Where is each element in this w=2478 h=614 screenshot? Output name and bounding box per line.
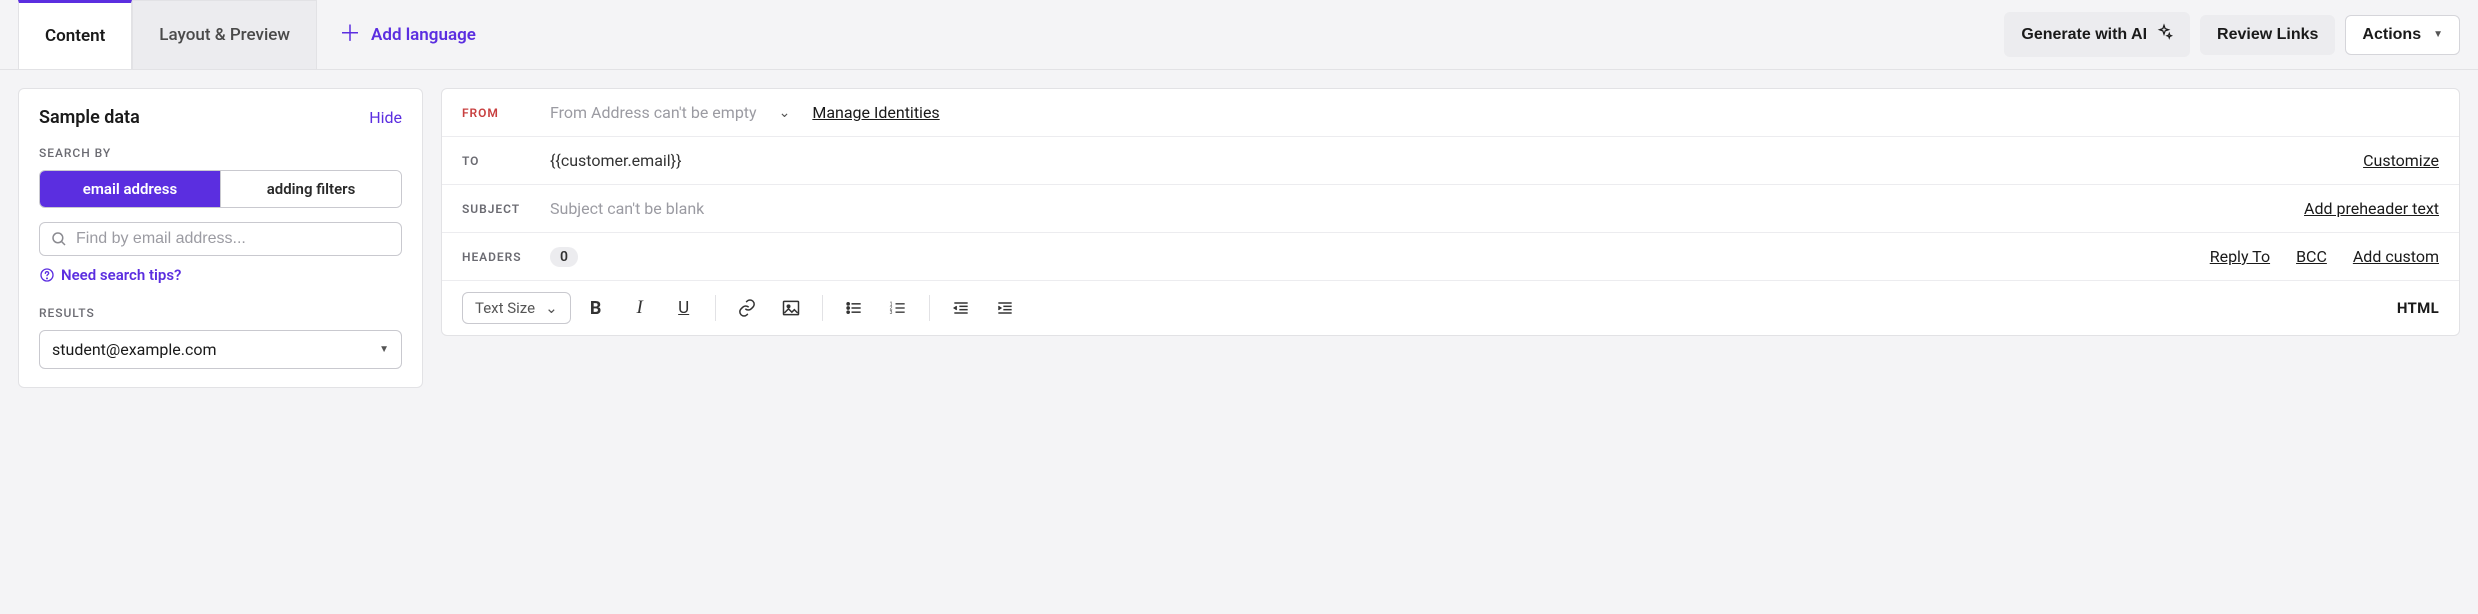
headers-row: HEADERS 0 Reply To BCC Add custom <box>442 233 2459 281</box>
editor-toolbar: Text Size ⌄ B I U <box>442 281 2459 335</box>
search-input[interactable] <box>76 230 391 248</box>
underline-button[interactable]: U <box>665 291 703 325</box>
search-by-label: SEARCH BY <box>39 146 402 160</box>
review-links-label: Review Links <box>2217 26 2318 44</box>
bold-button[interactable]: B <box>577 291 615 325</box>
review-links-button[interactable]: Review Links <box>2200 15 2335 55</box>
add-custom-header-link[interactable]: Add custom <box>2353 247 2439 266</box>
sample-data-panel: Sample data Hide SEARCH BY email address… <box>18 88 423 388</box>
hide-panel-link[interactable]: Hide <box>369 108 402 127</box>
search-tips-link[interactable]: Need search tips? <box>39 266 402 284</box>
to-label: TO <box>462 154 532 168</box>
numbered-list-icon: 1 2 3 <box>888 298 908 318</box>
from-label: FROM <box>462 106 532 120</box>
text-size-label: Text Size <box>475 299 535 317</box>
from-row: FROM From Address can't be empty ⌄ Manag… <box>442 89 2459 137</box>
divider <box>715 295 716 321</box>
segment-adding-filters[interactable]: adding filters <box>220 171 401 207</box>
search-input-wrapper[interactable] <box>39 222 402 256</box>
to-row: TO {{customer.email}} Customize <box>442 137 2459 185</box>
plus-icon: ＋ <box>339 24 361 46</box>
results-select[interactable]: student@example.com ▼ <box>39 330 402 369</box>
indent-button[interactable] <box>986 291 1024 325</box>
divider <box>822 295 823 321</box>
actions-label: Actions <box>2362 26 2421 44</box>
top-bar: Content Layout & Preview ＋ Add language … <box>0 0 2478 70</box>
customize-link[interactable]: Customize <box>2363 151 2439 170</box>
subject-row: SUBJECT Subject can't be blank Add prehe… <box>442 185 2459 233</box>
divider <box>929 295 930 321</box>
svg-text:3: 3 <box>889 310 892 316</box>
results-label: RESULTS <box>39 306 402 320</box>
add-language-button[interactable]: ＋ Add language <box>317 24 498 46</box>
subject-label: SUBJECT <box>462 202 532 216</box>
caret-down-icon: ▼ <box>379 344 389 355</box>
bullet-list-button[interactable] <box>835 291 873 325</box>
sparkle-icon <box>2155 23 2173 46</box>
generate-ai-label: Generate with AI <box>2021 26 2147 44</box>
tab-layout-preview[interactable]: Layout & Preview <box>132 0 317 69</box>
bcc-link[interactable]: BCC <box>2296 247 2327 266</box>
link-icon <box>737 298 757 318</box>
sample-data-title: Sample data <box>39 107 140 128</box>
reply-to-link[interactable]: Reply To <box>2210 247 2270 266</box>
link-button[interactable] <box>728 291 766 325</box>
generate-ai-button[interactable]: Generate with AI <box>2004 12 2190 57</box>
tab-content[interactable]: Content <box>18 0 132 69</box>
outdent-icon <box>951 298 971 318</box>
image-icon <box>781 298 801 318</box>
email-editor: FROM From Address can't be empty ⌄ Manag… <box>441 88 2460 336</box>
chevron-down-icon: ⌄ <box>545 299 558 317</box>
search-tips-label: Need search tips? <box>61 266 181 284</box>
bullet-list-icon <box>844 298 864 318</box>
from-value[interactable]: From Address can't be empty <box>550 103 757 122</box>
manage-identities-link[interactable]: Manage Identities <box>812 103 939 122</box>
results-value: student@example.com <box>52 340 217 359</box>
numbered-list-button[interactable]: 1 2 3 <box>879 291 917 325</box>
caret-down-icon: ▼ <box>2433 29 2443 40</box>
image-button[interactable] <box>772 291 810 325</box>
indent-icon <box>995 298 1015 318</box>
from-dropdown-chevron[interactable]: ⌄ <box>775 105 795 121</box>
segment-email-address[interactable]: email address <box>40 171 220 207</box>
subject-value[interactable]: Subject can't be blank <box>550 199 704 218</box>
text-size-dropdown[interactable]: Text Size ⌄ <box>462 292 571 324</box>
search-mode-segment: email address adding filters <box>39 170 402 208</box>
headers-count-badge: 0 <box>550 247 578 267</box>
actions-dropdown[interactable]: Actions ▼ <box>2345 15 2460 55</box>
html-toggle[interactable]: HTML <box>2397 299 2439 317</box>
help-icon <box>39 267 55 283</box>
add-preheader-link[interactable]: Add preheader text <box>2304 199 2439 218</box>
italic-button[interactable]: I <box>621 291 659 325</box>
workspace: Sample data Hide SEARCH BY email address… <box>0 70 2478 406</box>
to-value: {{customer.email}} <box>550 151 682 170</box>
add-language-label: Add language <box>371 25 476 45</box>
outdent-button[interactable] <box>942 291 980 325</box>
headers-label: HEADERS <box>462 250 532 264</box>
search-icon <box>50 230 68 248</box>
editor-tabs: Content Layout & Preview <box>18 0 317 69</box>
